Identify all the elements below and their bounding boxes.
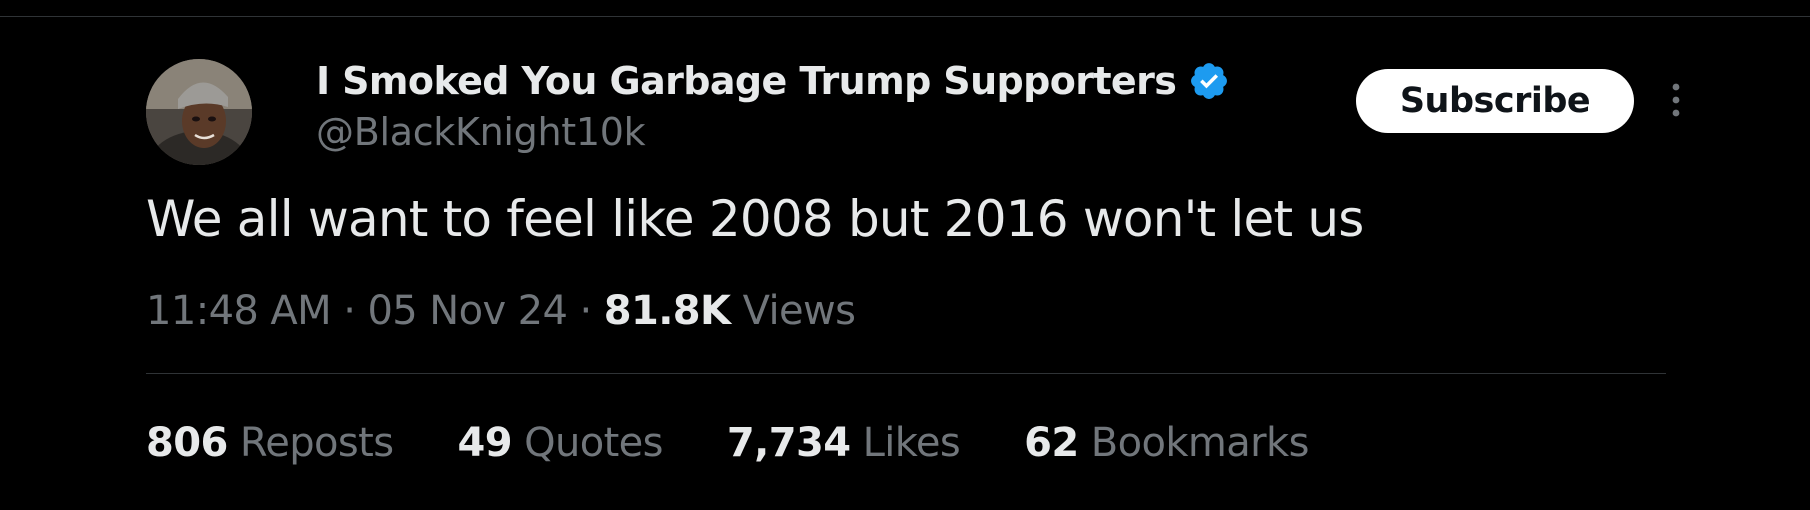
tweet-text: We all want to feel like 2008 but 2016 w… <box>146 190 1364 248</box>
author-name-row[interactable]: I Smoked You Garbage Trump Supporters <box>316 54 1230 108</box>
tweet-time[interactable]: 11:48 AM <box>146 288 332 334</box>
subscribe-button[interactable]: Subscribe <box>1356 69 1634 133</box>
tweet-date[interactable]: 05 Nov 24 <box>367 288 568 334</box>
avatar[interactable] <box>146 59 252 165</box>
tweet-metadata: 11:48 AM · 05 Nov 24 · 81.8K Views <box>146 288 856 334</box>
author-display-name[interactable]: I Smoked You Garbage Trump Supporters <box>316 59 1177 103</box>
engagement-stats: 806 Reposts 49 Quotes 7,734 Likes 62 Boo… <box>146 420 1309 466</box>
views-count: 81.8K <box>603 288 731 334</box>
likes-stat[interactable]: 7,734 Likes <box>726 420 961 466</box>
verified-badge-icon[interactable] <box>1188 60 1230 102</box>
bookmarks-stat[interactable]: 62 Bookmarks <box>1024 420 1309 466</box>
reposts-count: 806 <box>146 420 228 466</box>
likes-count: 7,734 <box>726 420 851 466</box>
profile-photo-icon <box>146 59 252 165</box>
meta-separator: · <box>579 288 592 334</box>
meta-separator: · <box>343 288 356 334</box>
bookmarks-label: Bookmarks <box>1090 420 1310 466</box>
likes-label: Likes <box>862 420 961 466</box>
more-vertical-icon[interactable] <box>1664 80 1688 120</box>
bookmarks-count: 62 <box>1024 420 1079 466</box>
reposts-stat[interactable]: 806 Reposts <box>146 420 394 466</box>
author-handle[interactable]: @BlackKnight10k <box>316 110 646 154</box>
top-divider <box>0 16 1810 17</box>
views-label: Views <box>742 288 856 334</box>
reposts-label: Reposts <box>239 420 394 466</box>
stats-divider <box>146 373 1666 374</box>
quotes-stat[interactable]: 49 Quotes <box>457 420 663 466</box>
quotes-count: 49 <box>457 420 512 466</box>
quotes-label: Quotes <box>524 420 663 466</box>
